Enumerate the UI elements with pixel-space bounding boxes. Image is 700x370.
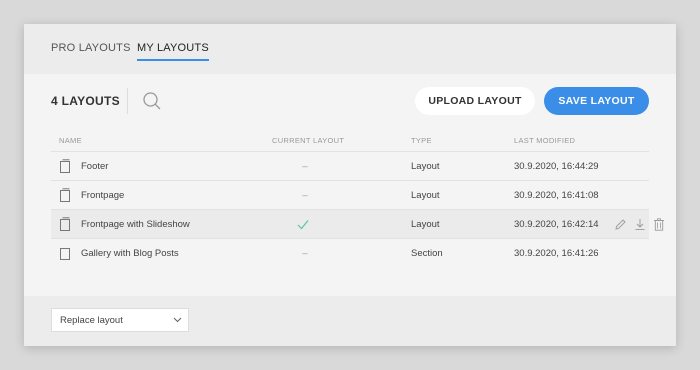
layouts-table: NAME CURRENT LAYOUT TYPE LAST MODIFIED F…: [51, 128, 664, 268]
table-row[interactable]: Footer – Layout 30.9.2020, 16:44:29: [51, 152, 649, 181]
header-current-layout: CURRENT LAYOUT: [272, 136, 345, 145]
save-layout-button[interactable]: SAVE LAYOUT: [544, 87, 649, 115]
pencil-icon[interactable]: [614, 218, 626, 231]
last-modified: 30.9.2020, 16:41:08: [514, 190, 599, 201]
select-value: Replace layout: [60, 315, 123, 326]
table-row[interactable]: Gallery with Blog Posts – Section 30.9.2…: [51, 239, 649, 268]
last-modified: 30.9.2020, 16:41:26: [514, 248, 599, 259]
header-last-modified: LAST MODIFIED: [514, 136, 576, 145]
check-icon: [297, 220, 309, 230]
current-layout-indicator: –: [302, 161, 308, 172]
layout-type: Layout: [411, 190, 440, 201]
tab-bar: PRO LAYOUTS MY LAYOUTS: [24, 24, 676, 74]
layout-type: Section: [411, 248, 443, 259]
header-name: NAME: [59, 136, 82, 145]
trash-icon[interactable]: [653, 218, 665, 231]
last-modified: 30.9.2020, 16:44:29: [514, 161, 599, 172]
table-row[interactable]: Frontpage with Slideshow Layout 30.9.202…: [51, 210, 664, 239]
layout-type: Layout: [411, 219, 440, 230]
layouts-panel: PRO LAYOUTS MY LAYOUTS 4 LAYOUTS UPLOAD …: [24, 24, 676, 346]
replace-mode-select[interactable]: Replace layout: [51, 308, 189, 332]
upload-layout-button[interactable]: UPLOAD LAYOUT: [415, 87, 535, 115]
search-icon[interactable]: [142, 91, 162, 111]
document-icon: [60, 248, 70, 260]
tab-pro-layouts[interactable]: PRO LAYOUTS: [51, 42, 131, 59]
layout-count: 4 LAYOUTS: [51, 94, 120, 108]
chevron-down-icon: [173, 317, 182, 323]
tab-my-layouts[interactable]: MY LAYOUTS: [137, 42, 209, 61]
layout-name[interactable]: Frontpage with Slideshow: [81, 219, 190, 230]
download-icon[interactable]: [634, 218, 646, 231]
toolbar: 4 LAYOUTS UPLOAD LAYOUT SAVE LAYOUT: [24, 74, 676, 128]
layout-name[interactable]: Footer: [81, 161, 108, 172]
document-icon: [60, 159, 70, 173]
header-type: TYPE: [411, 136, 432, 145]
document-icon: [60, 217, 70, 231]
layout-name[interactable]: Frontpage: [81, 190, 124, 201]
current-layout-indicator: –: [302, 248, 308, 259]
layout-name[interactable]: Gallery with Blog Posts: [81, 248, 179, 259]
table-row[interactable]: Frontpage – Layout 30.9.2020, 16:41:08: [51, 181, 649, 210]
table-header: NAME CURRENT LAYOUT TYPE LAST MODIFIED: [51, 128, 649, 152]
current-layout-indicator: –: [302, 190, 308, 201]
last-modified: 30.9.2020, 16:42:14: [514, 219, 599, 230]
layout-type: Layout: [411, 161, 440, 172]
document-icon: [60, 188, 70, 202]
panel-footer: Replace layout: [24, 296, 676, 346]
toolbar-divider: [127, 88, 128, 114]
